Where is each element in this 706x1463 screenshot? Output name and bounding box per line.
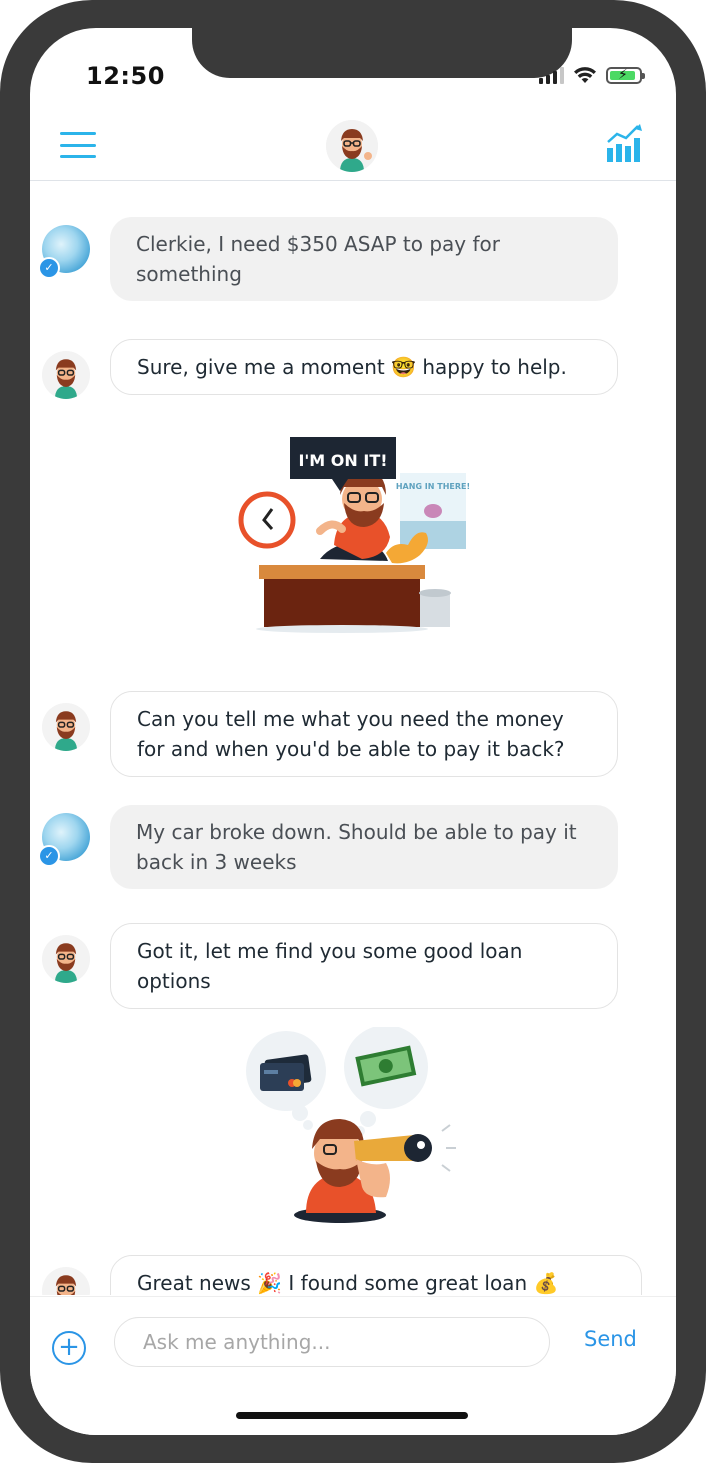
poster-text: HANG IN THERE!: [396, 482, 470, 491]
message-bubble-bot: Can you tell me what you need the money …: [110, 691, 618, 777]
searching-illustration: [236, 1025, 476, 1227]
clerkie-avatar: [42, 703, 90, 751]
status-time: 12:50: [86, 62, 165, 90]
message-bubble-bot: Got it, let me find you some good loan o…: [110, 923, 618, 1009]
message-input[interactable]: [114, 1317, 550, 1367]
working-illustration: I'M ON IT! HANG IN THERE!: [236, 425, 476, 635]
home-indicator[interactable]: [236, 1412, 468, 1419]
wifi-icon: [574, 67, 596, 83]
speech-bubble-text: I'M ON IT!: [298, 451, 387, 470]
message-bubble-bot: Sure, give me a moment 🤓 happy to help.: [110, 339, 618, 395]
device-notch: [192, 28, 572, 78]
send-button[interactable]: Send: [584, 1327, 637, 1351]
message-bubble-user: My car broke down. Should be able to pay…: [110, 805, 618, 889]
clerkie-avatar: [42, 351, 90, 399]
hamburger-menu-icon[interactable]: [60, 132, 96, 158]
clerkie-avatar: [42, 935, 90, 983]
status-icons: ⚡: [539, 66, 645, 84]
battery-charging-icon: ⚡: [606, 66, 645, 84]
verified-check-icon: ✓: [38, 257, 60, 279]
message-bubble-bot: Great news 🎉 I found some great loan 💰 o…: [110, 1255, 642, 1295]
app-header: [30, 118, 676, 181]
clerkie-avatar: [42, 1267, 90, 1295]
clerkie-avatar[interactable]: [326, 120, 378, 172]
bar-chart-trend-icon[interactable]: [606, 124, 646, 164]
message-bubble-user: Clerkie, I need $350 ASAP to pay for som…: [110, 217, 618, 301]
phone-frame: 12:50 ⚡ ✓ Clerkie, I need $350 ASAP to p…: [0, 0, 706, 1463]
chat-thread[interactable]: ✓ Clerkie, I need $350 ASAP to pay for s…: [30, 181, 676, 1295]
cellular-signal-icon: [539, 66, 564, 84]
app-screen: 12:50 ⚡ ✓ Clerkie, I need $350 ASAP to p…: [30, 28, 676, 1435]
add-attachment-button[interactable]: +: [52, 1331, 86, 1365]
verified-check-icon: ✓: [38, 845, 60, 867]
